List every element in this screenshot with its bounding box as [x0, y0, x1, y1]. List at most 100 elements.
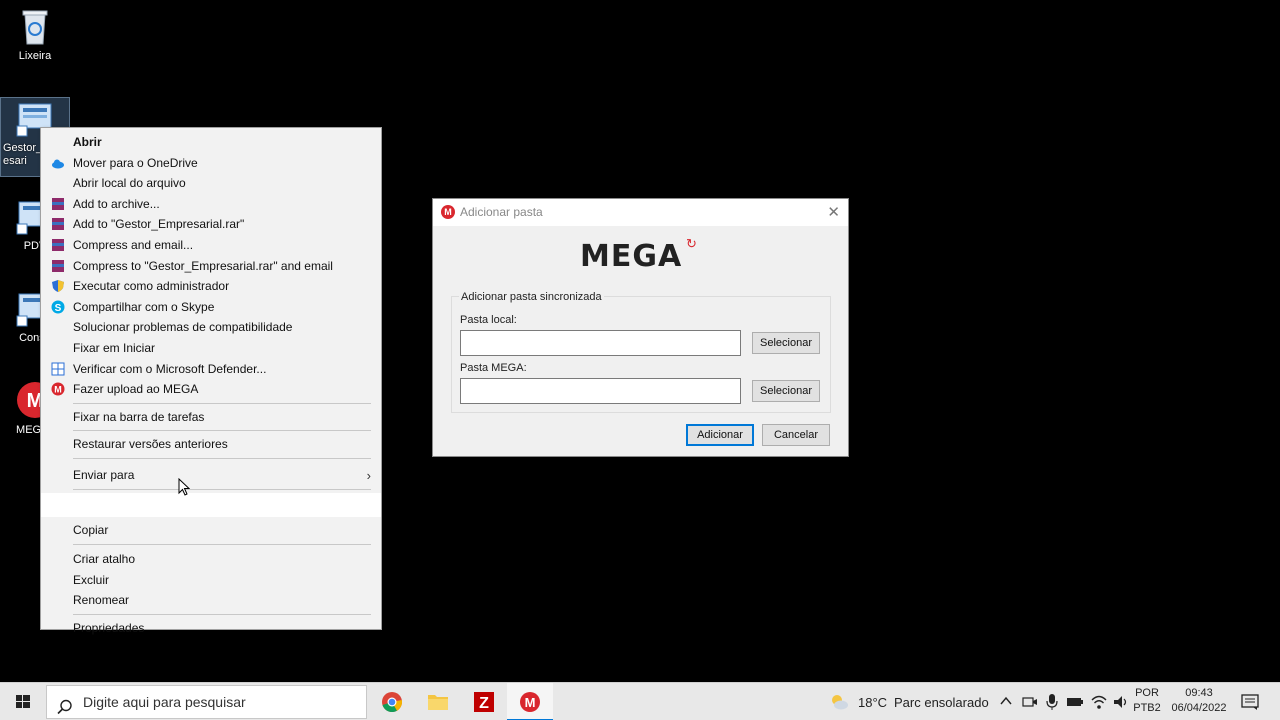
filezilla-icon: Z: [474, 692, 494, 712]
weather-text[interactable]: Parc ensolarado: [894, 695, 989, 710]
menu-item-label: Add to archive...: [73, 196, 160, 211]
add-folder-dialog: M Adicionar pasta ✕ MEGA ↻ Adicionar pas…: [432, 198, 849, 457]
chevron-right-icon: ›: [366, 467, 371, 483]
menu-item-label: Solucionar problemas de compatibilidade: [73, 320, 293, 335]
menu-item-copy[interactable]: Copiar: [41, 517, 381, 544]
menu-item-label: Fixar em Iniciar: [73, 340, 156, 355]
context-menu: Abrir Mover para o OneDrive Abrir local …: [40, 127, 382, 635]
select-mega-button[interactable]: Selecionar: [752, 380, 820, 402]
meet-now-icon[interactable]: [1022, 694, 1038, 710]
add-button[interactable]: Adicionar: [686, 424, 754, 446]
menu-item-delete[interactable]: Excluir: [41, 570, 381, 591]
desktop-icon-label: Lixeira: [18, 50, 52, 62]
menu-item-troubleshoot[interactable]: Solucionar problemas de compatibilidade: [41, 317, 381, 338]
menu-item-add-to-rar[interactable]: Add to "Gestor_Empresarial.rar": [41, 214, 381, 235]
menu-item-open-location[interactable]: Abrir local do arquivo: [41, 173, 381, 194]
folder-icon: [428, 695, 448, 710]
mega-folder-label: Pasta MEGA:: [460, 362, 527, 374]
dialog-titlebar: M Adicionar pasta ✕: [433, 199, 848, 226]
local-folder-field[interactable]: [460, 330, 741, 356]
menu-item-label: Executar como administrador: [73, 279, 230, 294]
winrar-icon: [51, 217, 65, 231]
menu-item-label: Propriedades: [73, 620, 145, 635]
menu-item-label: Fazer upload ao MEGA: [73, 382, 199, 397]
menu-item-label: Verificar com o Microsoft Defender...: [73, 361, 267, 376]
menu-separator: [73, 613, 371, 615]
clock-time: 09:43: [1185, 687, 1213, 699]
menu-item-pin-taskbar[interactable]: Fixar na barra de tarefas: [41, 407, 381, 428]
menu-item-label: Excluir: [73, 572, 110, 587]
local-folder-label: Pasta local:: [460, 314, 517, 326]
notification-icon[interactable]: [1241, 693, 1259, 711]
winrar-icon: [51, 197, 65, 211]
battery-icon[interactable]: [1066, 694, 1084, 710]
menu-item-label: Enviar para: [73, 467, 135, 482]
menu-item-label: Restaurar versões anteriores: [73, 437, 228, 452]
language-code: POR: [1135, 687, 1159, 699]
menu-item-label: Abrir local do arquivo: [73, 176, 186, 191]
desktop-icon-recycle-bin[interactable]: Lixeira: [0, 6, 70, 63]
menu-item-open[interactable]: Abrir: [41, 132, 381, 153]
menu-item-send-to[interactable]: Enviar para ›: [41, 462, 381, 489]
select-local-button[interactable]: Selecionar: [752, 332, 820, 354]
start-button[interactable]: [0, 683, 46, 720]
svg-text:Z: Z: [479, 695, 489, 712]
taskbar-mega[interactable]: M: [507, 683, 553, 720]
menu-item-defender-scan[interactable]: Verificar com o Microsoft Defender...: [41, 359, 381, 380]
menu-separator: [73, 488, 371, 490]
menu-item-properties[interactable]: Propriedades: [41, 618, 381, 639]
weather-temp[interactable]: 18°C: [858, 695, 887, 710]
mouse-cursor-icon: [178, 477, 191, 496]
menu-item-label: Compress and email...: [73, 237, 194, 252]
menu-separator: [73, 402, 371, 404]
menu-blank-row: [41, 492, 381, 517]
menu-item-run-as-admin[interactable]: Executar como administrador: [41, 276, 381, 297]
onedrive-icon: [51, 156, 65, 170]
svg-text:M: M: [54, 385, 62, 395]
menu-item-label: Compartilhar com o Skype: [73, 299, 215, 314]
dialog-title: Adicionar pasta: [460, 205, 543, 219]
menu-item-move-onedrive[interactable]: Mover para o OneDrive: [41, 153, 381, 174]
menu-item-label: Mover para o OneDrive: [73, 155, 198, 170]
menu-item-pin-start[interactable]: Fixar em Iniciar: [41, 338, 381, 359]
menu-item-create-shortcut[interactable]: Criar atalho: [41, 549, 381, 570]
svg-text:S: S: [55, 303, 62, 314]
svg-text:M: M: [525, 695, 536, 710]
taskbar: Digite aqui para pesquisar Z M 18°C Parc…: [0, 682, 1280, 720]
recycle-bin-icon: [15, 6, 55, 46]
chevron-up-icon[interactable]: [999, 694, 1013, 708]
mega-folder-field[interactable]: [460, 378, 741, 404]
microphone-icon[interactable]: [1045, 693, 1059, 711]
menu-item-upload-mega[interactable]: M Fazer upload ao MEGA: [41, 379, 381, 400]
menu-item-label: Copiar: [73, 522, 109, 537]
mega-icon: M: [51, 382, 65, 396]
winrar-icon: [51, 259, 65, 273]
wifi-icon[interactable]: [1090, 693, 1108, 711]
menu-item-add-archive[interactable]: Add to archive...: [41, 194, 381, 215]
menu-separator: [73, 543, 371, 545]
sync-icon: ↻: [686, 236, 697, 251]
mega-icon: M: [520, 692, 540, 712]
cancel-button[interactable]: Cancelar: [762, 424, 830, 446]
menu-item-rename[interactable]: Renomear: [41, 590, 381, 611]
keyboard-layout: PTB2: [1133, 702, 1161, 714]
close-icon[interactable]: ✕: [827, 199, 840, 226]
volume-icon[interactable]: [1112, 693, 1130, 711]
menu-item-restore-versions[interactable]: Restaurar versões anteriores: [41, 434, 381, 455]
taskbar-filezilla[interactable]: Z: [461, 683, 507, 720]
menu-item-compress-email[interactable]: Compress and email...: [41, 235, 381, 256]
search-placeholder: Digite aqui para pesquisar: [83, 694, 246, 710]
menu-item-label: Fixar na barra de tarefas: [73, 409, 205, 424]
taskbar-chrome[interactable]: [369, 683, 415, 720]
menu-item-share-skype[interactable]: S Compartilhar com o Skype: [41, 297, 381, 318]
search-box[interactable]: Digite aqui para pesquisar: [46, 685, 367, 719]
menu-item-compress-to-rar-email[interactable]: Compress to "Gestor_Empresarial.rar" and…: [41, 256, 381, 277]
menu-item-label: Renomear: [73, 593, 130, 608]
winrar-icon: [51, 238, 65, 252]
clock-date: 06/04/2022: [1171, 702, 1227, 714]
weather-icon[interactable]: [828, 692, 850, 712]
taskbar-file-explorer[interactable]: [415, 683, 461, 720]
language-indicator[interactable]: POR PTB2: [1132, 686, 1162, 716]
clock[interactable]: 09:43 06/04/2022: [1168, 686, 1230, 716]
windows-icon: [16, 695, 30, 708]
